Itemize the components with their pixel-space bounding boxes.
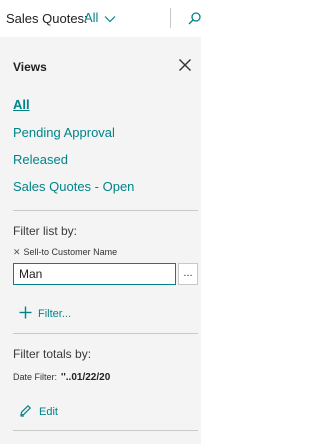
section-divider (13, 210, 198, 211)
add-filter-button[interactable]: Filter... (19, 306, 71, 322)
section-divider (13, 333, 198, 334)
filter-list-title: Filter list by: (13, 224, 78, 238)
edit-label: Edit (39, 405, 58, 418)
section-divider (13, 430, 198, 431)
view-item-all[interactable]: All (13, 97, 30, 112)
date-filter-value: ''..01/22/20 (61, 372, 111, 383)
filter-totals-title: Filter totals by: (13, 347, 92, 361)
date-filter: Date Filter: ''..01/22/20 (13, 372, 110, 383)
search-icon[interactable] (188, 12, 201, 30)
close-icon[interactable] (178, 58, 192, 72)
view-item-pending-approval[interactable]: Pending Approval (13, 125, 115, 140)
remove-filter-icon[interactable]: ✕ (13, 247, 21, 258)
pencil-icon (19, 404, 32, 420)
page-header: Sales Quotes: All (0, 0, 201, 38)
view-item-sales-quotes-open[interactable]: Sales Quotes - Open (13, 179, 134, 194)
view-selector[interactable]: All (84, 10, 116, 26)
edit-totals-button[interactable]: Edit (19, 404, 58, 420)
add-filter-label: Filter... (38, 307, 72, 320)
plus-icon (19, 306, 32, 322)
date-filter-label: Date Filter: (13, 372, 58, 382)
filter-value-input[interactable] (13, 263, 176, 285)
filter-field: ✕ Sell-to Customer Name (13, 247, 117, 258)
page-title: Sales Quotes: (6, 11, 88, 26)
toolbar-divider (170, 8, 171, 28)
lookup-button[interactable]: ... (178, 263, 198, 285)
view-item-released[interactable]: Released (13, 152, 68, 167)
chevron-down-icon (104, 11, 116, 26)
views-pane-title: Views (13, 60, 47, 74)
view-selector-label: All (84, 10, 99, 25)
filter-field-label: Sell-to Customer Name (23, 247, 118, 257)
